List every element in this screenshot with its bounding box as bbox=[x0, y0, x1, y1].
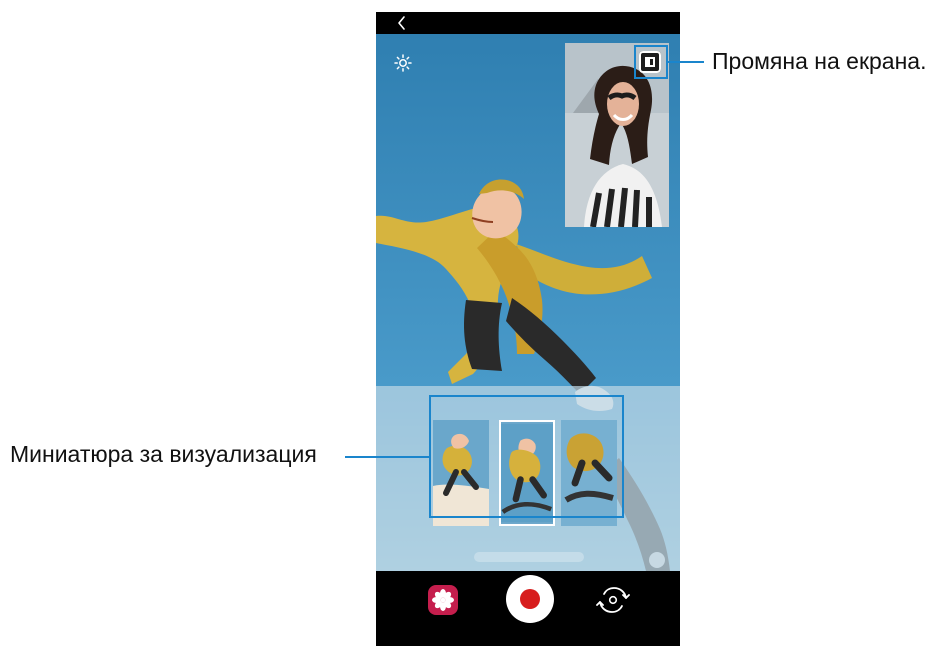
phone-screen bbox=[376, 12, 680, 646]
selected-thumbnail-image bbox=[501, 423, 553, 523]
thumbnail-image bbox=[433, 420, 489, 526]
settings-icon[interactable] bbox=[392, 52, 414, 74]
thumbnail-image bbox=[561, 420, 617, 526]
selected-thumbnail-item[interactable] bbox=[499, 420, 555, 526]
top-bar bbox=[376, 12, 680, 34]
picture-in-picture-preview bbox=[565, 43, 669, 227]
preview-hint-bar bbox=[474, 552, 584, 562]
camera-controls-bar bbox=[376, 571, 680, 646]
thumbnail-item[interactable] bbox=[433, 420, 489, 526]
screen-switch-icon[interactable] bbox=[639, 51, 661, 73]
record-icon bbox=[520, 589, 540, 609]
thumbnail-callout-line bbox=[345, 456, 431, 458]
camera-flip-icon[interactable] bbox=[596, 583, 630, 617]
back-icon[interactable] bbox=[394, 15, 410, 31]
record-button[interactable] bbox=[506, 575, 554, 623]
screen-switch-callout-line bbox=[668, 61, 704, 63]
camera-viewfinder bbox=[376, 34, 680, 571]
screen-switch-label: Промяна на екрана. bbox=[712, 48, 927, 74]
flower-effect-icon[interactable] bbox=[428, 585, 458, 615]
thumbnail-item[interactable] bbox=[561, 420, 617, 526]
thumbnail-label: Миниатюра за визуализация bbox=[10, 441, 317, 467]
preview-thumbnail-strip bbox=[433, 420, 621, 534]
